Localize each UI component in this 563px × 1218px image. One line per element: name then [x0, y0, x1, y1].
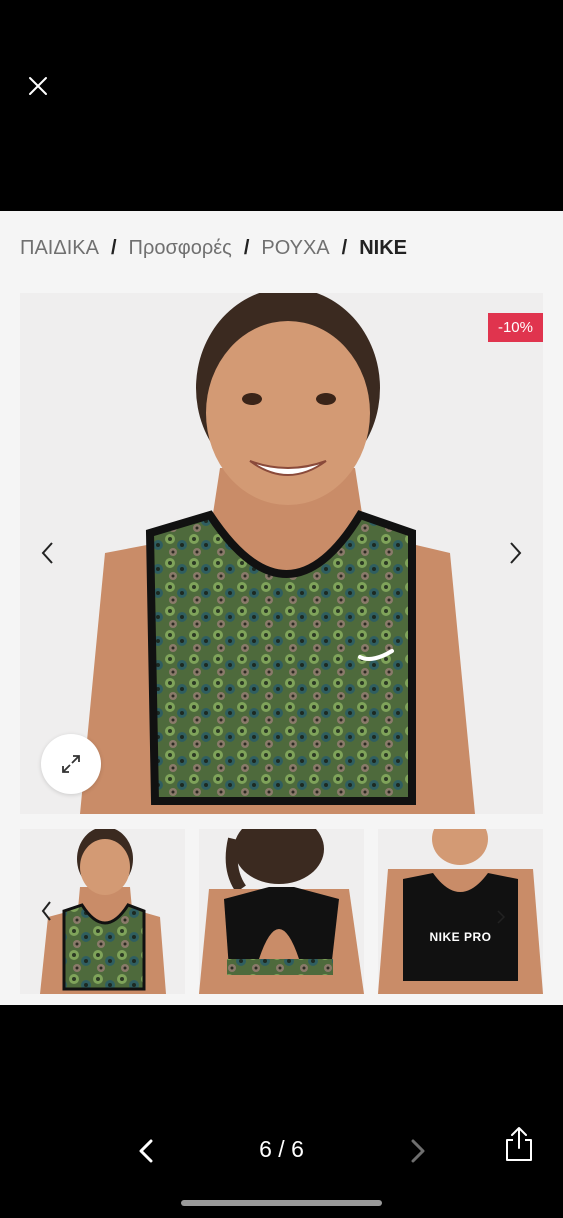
product-photo-front [80, 293, 475, 814]
close-icon [29, 77, 47, 95]
discount-badge: -10% [487, 313, 543, 342]
chevron-right-icon [510, 542, 522, 564]
breadcrumb-separator: / [243, 237, 250, 259]
chevron-left-icon [41, 542, 53, 564]
share-icon [506, 1127, 532, 1161]
thumbnail-back-photo [199, 829, 364, 994]
home-indicator[interactable] [181, 1200, 382, 1206]
chevron-right-icon [411, 1139, 425, 1163]
breadcrumb: ΠΑΙΔΙΚΑ / Προσφορές / ΡΟΥΧΑ / NIKE [20, 237, 407, 260]
page-counter: 6 / 6 [259, 1136, 304, 1162]
close-button[interactable] [24, 72, 52, 100]
main-product-image[interactable]: -10% [20, 293, 543, 814]
share-button[interactable] [502, 1124, 536, 1164]
expand-icon [62, 755, 80, 773]
breadcrumb-item-clothes[interactable]: ΡΟΥΧΑ [261, 237, 329, 260]
thumbnail-print-text: NIKE PRO [429, 930, 492, 944]
image-next-button[interactable] [503, 539, 527, 567]
thumbnail-1[interactable] [20, 829, 185, 994]
breadcrumb-item-offers[interactable]: Προσφορές [129, 237, 232, 260]
expand-image-button[interactable] [41, 734, 101, 794]
viewer-toolbar: 6 / 6 [0, 1120, 563, 1180]
thumbnail-3[interactable]: NIKE PRO [378, 829, 543, 994]
next-button[interactable] [403, 1136, 431, 1166]
chevron-left-icon [41, 901, 51, 921]
breadcrumb-item-kids[interactable]: ΠΑΙΔΙΚΑ [20, 237, 99, 260]
thumbnail-strip: NIKE PRO [20, 829, 543, 994]
thumbnail-nike-pro-photo [378, 829, 543, 994]
breadcrumb-separator: / [110, 237, 117, 259]
breadcrumb-current: NIKE [359, 237, 408, 259]
product-page-content: ΠΑΙΔΙΚΑ / Προσφορές / ΡΟΥΧΑ / NIKE -10% … [0, 211, 563, 1005]
breadcrumb-separator: / [341, 237, 348, 259]
thumbnail-2[interactable] [199, 829, 364, 994]
image-prev-button[interactable] [36, 539, 60, 567]
